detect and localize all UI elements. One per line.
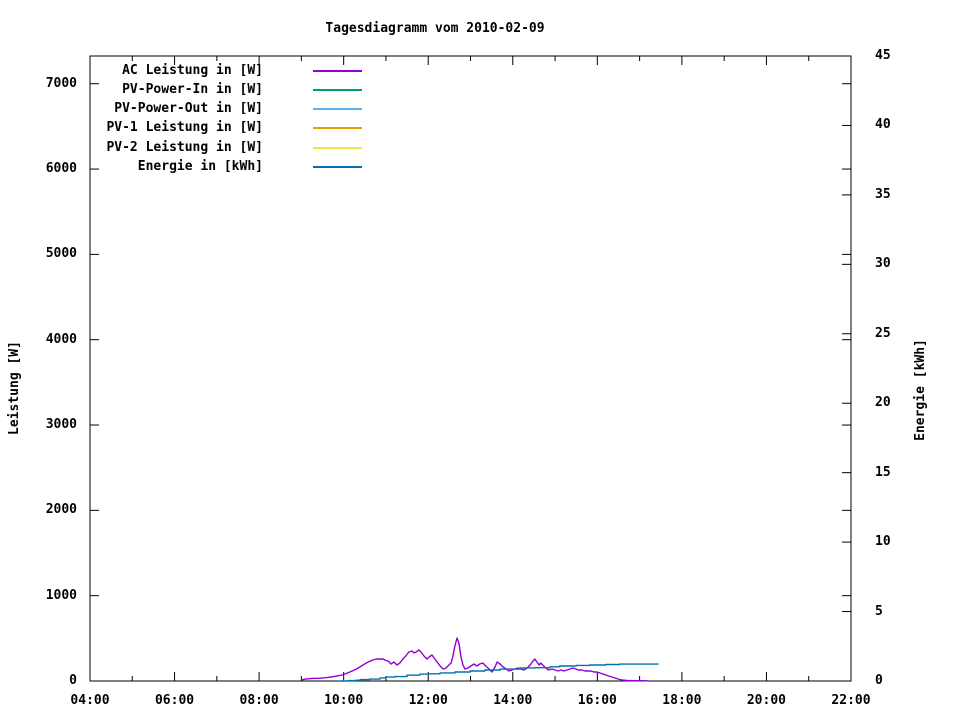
y2-tick-label: 35	[875, 186, 891, 202]
x-tick-label: 06:00	[154, 693, 195, 708]
y2-tick-label: 10	[875, 534, 891, 550]
legend-item-ac-leistung: AC Leistung in [W]	[122, 63, 263, 78]
y2-tick-label: 15	[875, 464, 891, 480]
series-line-energie-in-kwh	[336, 663, 659, 682]
y2-tick-label: 40	[875, 117, 891, 133]
legend-line-sample-pv1-leistung	[313, 127, 362, 129]
x-tick-label: 08:00	[239, 693, 279, 708]
legend-line-sample-ac-leistung	[313, 70, 362, 72]
x-tick-label: 16:00	[577, 693, 617, 708]
legend-item-pv-power-in: PV-Power-In in [W]	[122, 82, 263, 97]
x-tick-label: 10:00	[324, 693, 364, 708]
legend-line-sample-pv-power-in	[313, 89, 362, 91]
y2-tick-label: 20	[875, 395, 891, 411]
legend-line-sample-pv-power-out	[313, 108, 362, 110]
legend-line-sample-energie	[313, 166, 362, 168]
legend-item-pv1-leistung: PV-1 Leistung in [W]	[106, 120, 263, 135]
y1-tick-label: 0	[69, 673, 77, 688]
legend-line-sample-pv2-leistung	[313, 147, 362, 149]
x-tick-label: 12:00	[408, 693, 448, 708]
y1-tick-label: 1000	[45, 587, 77, 603]
y2-tick-label: 5	[875, 603, 883, 619]
x-tick-label: 14:00	[493, 693, 533, 708]
series-line-ac-leistung-in-w	[300, 637, 649, 682]
y2-tick-label: 0	[875, 673, 883, 688]
y1-tick-label: 2000	[45, 502, 77, 518]
y2-tick-label: 45	[875, 48, 891, 63]
x-tick-label: 20:00	[746, 693, 786, 708]
chart: Tagesdiagramm vom 2010-02-09 Leistung [W…	[0, 0, 960, 720]
legend-item-pv-power-out: PV-Power-Out in [W]	[114, 101, 263, 116]
x-tick-label: 04:00	[70, 693, 110, 708]
y2-tick-label: 25	[875, 325, 891, 341]
y2-tick-label: 30	[875, 256, 891, 272]
y1-tick-label: 5000	[45, 246, 77, 262]
y1-tick-label: 3000	[45, 417, 77, 433]
legend-item-energie: Energie in [kWh]	[137, 159, 263, 174]
x-tick-label: 18:00	[662, 693, 702, 708]
x-tick-label: 22:00	[831, 693, 871, 708]
y1-tick-label: 4000	[45, 331, 77, 347]
legend-item-pv2-leistung: PV-2 Leistung in [W]	[106, 140, 263, 155]
